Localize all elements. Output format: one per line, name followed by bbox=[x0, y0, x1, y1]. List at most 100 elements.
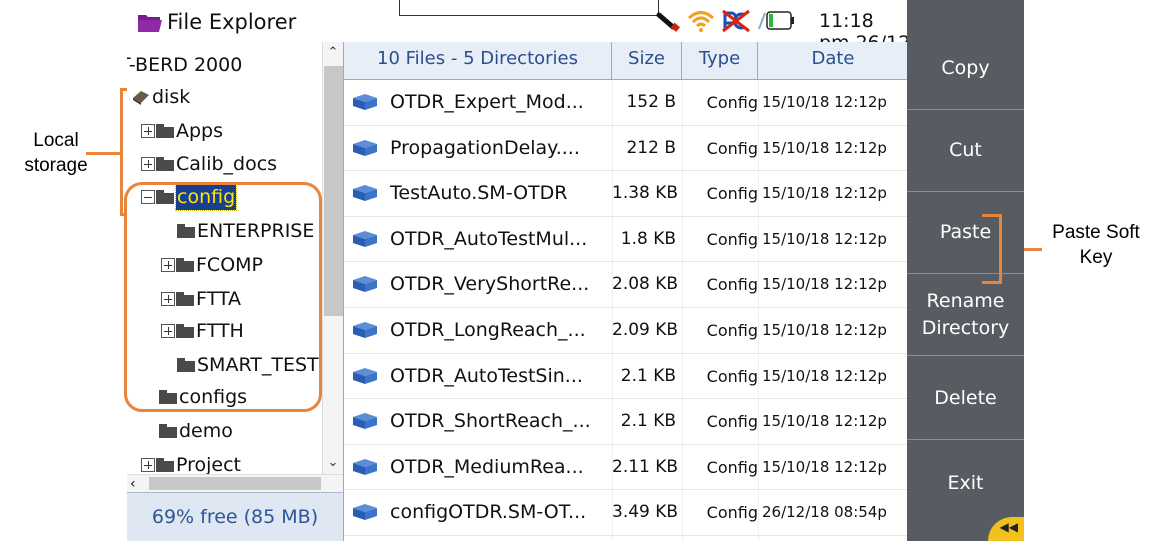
title-field-outline bbox=[399, 0, 659, 16]
header-date[interactable]: Date bbox=[758, 42, 908, 80]
file-size: 212 B bbox=[626, 137, 676, 158]
file-date: 15/10/18 12:12p bbox=[762, 321, 887, 339]
tree-vertical-scrollbar[interactable]: ⌃ ⌄ bbox=[322, 42, 343, 474]
header-type[interactable]: Type bbox=[682, 42, 758, 80]
file-type: Config bbox=[706, 93, 758, 112]
file-name: OTDR_ShortReach_... bbox=[390, 410, 591, 433]
battery-icon bbox=[758, 11, 794, 30]
file-size: 1.38 KB bbox=[612, 183, 679, 204]
free-space-status: 69% free (85 MB) bbox=[127, 492, 343, 541]
file-list-panel: 10 Files - 5 Directories Size Type Date … bbox=[343, 42, 908, 541]
rename-label-line2: Directory bbox=[921, 316, 1010, 339]
scroll-left-icon[interactable]: ‹ bbox=[130, 475, 136, 493]
tree-horizontal-scrollbar[interactable]: ‹ bbox=[127, 474, 343, 492]
file-row[interactable]: PropagationDelay.... 212 B Config 15/10/18 … bbox=[344, 126, 908, 172]
file-row[interactable]: TestAuto.SM-OTDR 1.38 KB Config 15/10/18 12… bbox=[344, 171, 908, 217]
file-row[interactable]: OTDR_VeryShortRe... 2.08 KB Config 15/10/18… bbox=[344, 262, 908, 308]
config-file-icon bbox=[353, 230, 377, 247]
file-row[interactable]: OTDR_MediumRea... 2.11 KB Config 15/10/18 1… bbox=[344, 445, 908, 491]
tree-hscroll-thumb[interactable] bbox=[149, 477, 321, 490]
header-size[interactable]: Size bbox=[612, 42, 682, 80]
config-file-icon bbox=[353, 504, 377, 521]
wifi-icon bbox=[687, 11, 715, 32]
file-size: 3.49 KB bbox=[612, 502, 679, 523]
softkey-panel: Copy Cut Paste Rename Directory Delete E… bbox=[907, 0, 1024, 541]
tree-item-demo[interactable]: demo bbox=[159, 418, 233, 444]
exit-button[interactable]: Exit bbox=[907, 442, 1024, 524]
tree-item-label: Apps bbox=[176, 120, 224, 142]
file-size: 2.09 KB bbox=[612, 320, 679, 340]
file-type: Config bbox=[706, 457, 758, 477]
tree-item-disk[interactable]: disk bbox=[131, 84, 190, 110]
app-title: File Explorer bbox=[167, 10, 297, 34]
file-date: 15/10/18 12:12p bbox=[762, 412, 887, 431]
file-row[interactable]: OTDR_AutoTestSin... 2.1 KB Config 15/10/18 … bbox=[344, 354, 908, 400]
expand-plus-icon[interactable] bbox=[141, 157, 155, 171]
config-file-icon bbox=[353, 367, 377, 384]
file-row[interactable]: OTDR_Expert_Mod... 152 B Config 15/10/18 12… bbox=[344, 80, 908, 126]
config-file-icon bbox=[353, 322, 377, 338]
paste-soft-key-annotation-text: Paste Soft Key bbox=[1052, 222, 1140, 268]
tree-item-calib-docs[interactable]: Calib_docs bbox=[141, 151, 277, 177]
tree-item-project[interactable]: Project bbox=[141, 452, 241, 474]
cut-button[interactable]: Cut bbox=[907, 110, 1024, 192]
status-icons bbox=[655, 8, 797, 34]
file-type: Config bbox=[706, 321, 758, 340]
local-storage-pointer-line bbox=[86, 152, 122, 155]
folder-icon bbox=[156, 124, 174, 138]
config-file-icon bbox=[353, 185, 377, 202]
folder-icon bbox=[156, 157, 174, 171]
file-size: 2.1 KB bbox=[620, 365, 676, 386]
config-file-icon bbox=[353, 139, 377, 156]
file-type: Config bbox=[706, 275, 758, 295]
copy-button[interactable]: Copy bbox=[907, 28, 1024, 110]
file-row[interactable]: configOTDR.SM-OT... 3.49 KB Config 26/12/18… bbox=[344, 490, 908, 536]
network-disconnected-icon bbox=[722, 9, 750, 33]
file-name: OTDR_LongReach_... bbox=[390, 319, 586, 341]
tree-item-label: Project bbox=[176, 454, 242, 474]
file-type: Config bbox=[706, 412, 758, 432]
folder-icon bbox=[156, 458, 174, 472]
expand-plus-icon[interactable] bbox=[141, 458, 155, 472]
file-name: OTDR_Expert_Mod... bbox=[390, 91, 584, 113]
status-bar: File Explorer 11:18 bbox=[127, 0, 1024, 54]
paste-soft-key-annotation: Paste Soft Key bbox=[1038, 220, 1154, 270]
file-list-header: 10 Files - 5 Directories Size Type Date bbox=[344, 42, 908, 80]
paste-button[interactable]: Paste bbox=[907, 192, 1024, 274]
file-row[interactable]: OTDR_ShortReach_... 2.1 KB Config 15/10/18 … bbox=[344, 399, 908, 445]
config-file-icon bbox=[353, 458, 377, 475]
file-size: 2.08 KB bbox=[612, 274, 679, 295]
folder-open-icon bbox=[138, 15, 162, 32]
file-date: 15/10/18 12:12p bbox=[762, 184, 887, 203]
tree-item-apps[interactable]: Apps bbox=[141, 118, 223, 144]
tree-scroll-thumb[interactable] bbox=[324, 66, 343, 316]
file-type: Config bbox=[706, 229, 758, 249]
file-type: Config bbox=[706, 366, 758, 386]
file-type: Config bbox=[706, 503, 758, 523]
delete-button[interactable]: Delete bbox=[907, 358, 1024, 440]
tree-item-label: Calib_docs bbox=[176, 153, 278, 175]
file-date: 15/10/18 12:12p bbox=[762, 366, 887, 385]
file-name: configOTDR.SM-OT... bbox=[390, 501, 587, 524]
local-storage-highlight-box bbox=[124, 182, 322, 412]
tree-root[interactable]: T-BERD 2000 bbox=[127, 52, 242, 78]
disk-drive-icon bbox=[133, 91, 149, 105]
file-name: OTDR_VeryShortRe... bbox=[390, 273, 590, 296]
scroll-up-icon[interactable]: ⌃ bbox=[323, 42, 343, 64]
file-date: 15/10/18 12:12p bbox=[762, 93, 887, 111]
file-row[interactable]: OTDR_LongReach_... 2.09 KB Config 15/10/18 … bbox=[344, 308, 908, 354]
config-file-icon bbox=[353, 276, 377, 293]
rename-directory-button[interactable]: Rename Directory bbox=[907, 274, 1024, 356]
scroll-down-icon[interactable]: ⌄ bbox=[323, 452, 343, 474]
config-file-icon bbox=[353, 94, 377, 110]
file-type: Config bbox=[706, 138, 758, 158]
tree-item-label: demo bbox=[179, 420, 233, 442]
usb-icon bbox=[656, 12, 680, 32]
file-date: 15/10/18 12:12p bbox=[762, 229, 887, 248]
file-type: Config bbox=[706, 184, 758, 204]
expand-plus-icon[interactable] bbox=[141, 124, 155, 138]
file-row[interactable]: OTDR_AutoTestMul... 1.8 KB Config 15/10/18 … bbox=[344, 217, 908, 263]
header-summary[interactable]: 10 Files - 5 Directories bbox=[344, 42, 612, 80]
folder-icon bbox=[159, 424, 177, 438]
file-name: OTDR_AutoTestMul... bbox=[390, 227, 588, 250]
